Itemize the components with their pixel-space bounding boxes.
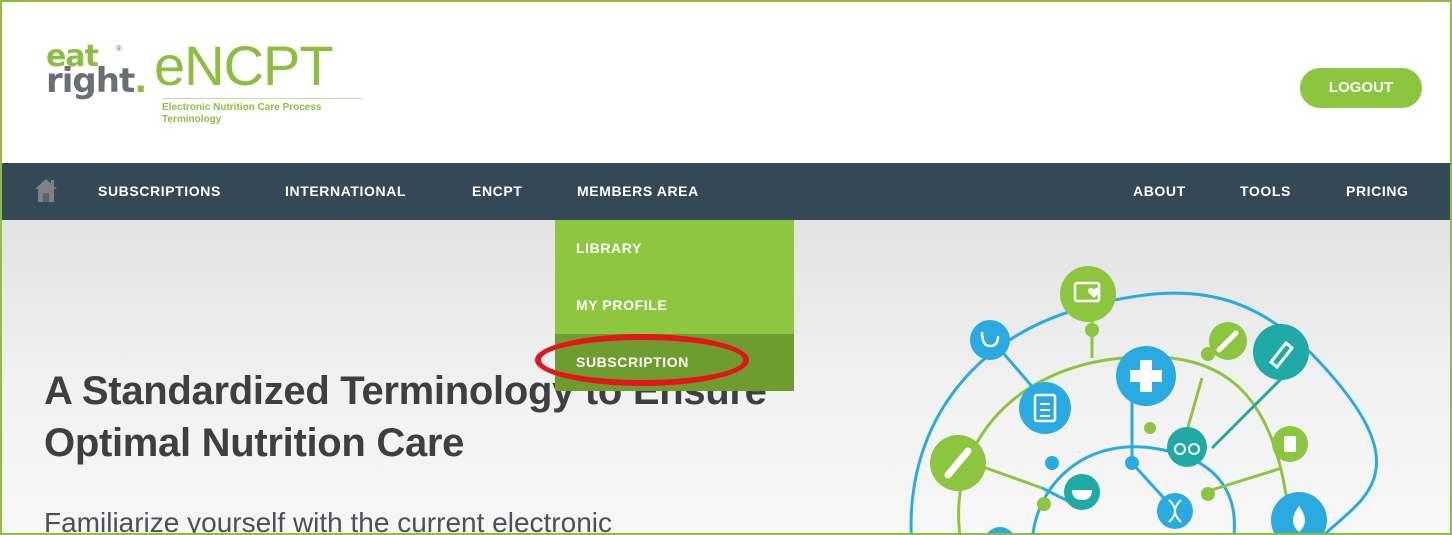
hero-intro-text: Familiarize yourself with the current el… [44,507,612,535]
members-area-dropdown: LIBRARY MY PROFILE SUBSCRIPTION [555,220,794,391]
nav-item-pricing[interactable]: PRICING [1346,163,1409,220]
eat-right-encpt-logo[interactable]: eat ® right. eNCPT Electronic Nutrition … [46,38,362,132]
dropdown-item-subscription[interactable]: SUBSCRIPTION [555,334,794,391]
pill-bottle-icon [1272,426,1308,462]
nav-item-international[interactable]: INTERNATIONAL [285,163,406,220]
mortar-pestle-icon [1064,474,1100,510]
nav-item-members-area[interactable]: MEMBERS AREA [577,163,699,220]
logo-registered-mark: ® [116,44,122,53]
site-header: eat ® right. eNCPT Electronic Nutrition … [2,2,1450,162]
nav-item-encpt[interactable]: ENCPT [472,163,522,220]
nav-item-subscriptions[interactable]: SUBSCRIPTIONS [98,163,221,220]
nav-item-tools[interactable]: TOOLS [1240,163,1291,220]
small-blue-icon [987,527,1013,533]
logo-brand-name: eNCPT [154,34,334,97]
browser-frame: eat ® right. eNCPT Electronic Nutrition … [0,0,1452,535]
nutrition-network-illustration [909,266,1378,533]
logo-subtitle: Electronic Nutrition Care Process Termin… [162,98,362,126]
main-nav: SUBSCRIPTIONS INTERNATIONAL ENCPT MEMBER… [2,163,1450,220]
syringe-icon [1209,322,1247,360]
nav-item-about[interactable]: ABOUT [1133,163,1186,220]
logout-button[interactable]: LOGOUT [1300,68,1422,108]
clipboard-icon [1019,382,1071,434]
dna-icon [1157,493,1193,529]
logo-right-text: right. [46,61,147,101]
water-drop-icon [1271,492,1327,533]
thermometer-icon [930,435,986,491]
test-tube-icon [1253,324,1309,380]
stethoscope-icon [970,320,1010,360]
glasses-icon [1167,427,1207,467]
medical-cross-icon [1116,346,1176,406]
monitor-heart-icon [1060,266,1116,322]
logo-right-word: right [46,61,135,101]
home-icon[interactable] [34,177,58,203]
dropdown-item-library[interactable]: LIBRARY [555,220,794,277]
dropdown-item-my-profile[interactable]: MY PROFILE [555,277,794,334]
